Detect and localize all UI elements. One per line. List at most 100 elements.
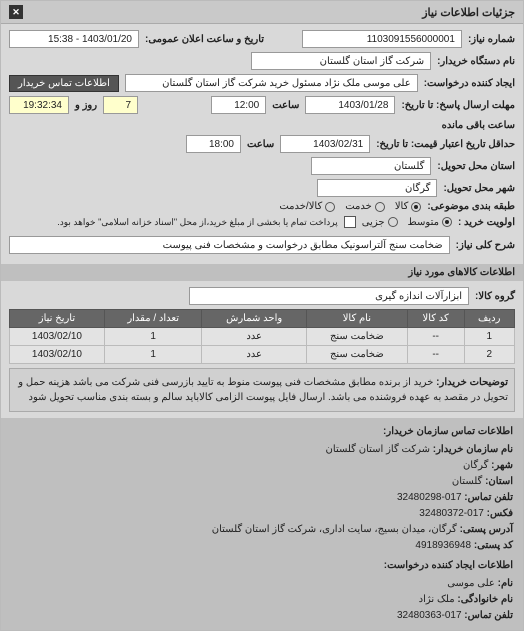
radio-label: خدمت: [345, 201, 372, 212]
contact-section: اطلاعات تماس سازمان خریدار: نام سازمان خ…: [1, 418, 523, 630]
col-code: کد کالا: [407, 310, 464, 328]
cell-qty: 1: [104, 328, 202, 346]
org-label: نام سازمان خریدار:: [433, 444, 513, 455]
tel-label: تلفن تماس:: [464, 492, 513, 503]
radio-partial[interactable]: جزیی: [362, 217, 398, 228]
panel-header: جزئیات اطلاعات نیاز ✕: [1, 1, 523, 24]
contact-line: شهر: گرگان: [11, 458, 513, 474]
buyer-org-field: شرکت گاز استان گلستان: [251, 52, 431, 70]
contact-button[interactable]: اطلاعات تماس خریدار: [9, 75, 119, 92]
request-no-field: 1103091556000001: [302, 30, 462, 48]
contact-line: نام خانوادگی: ملک نژاد: [11, 592, 513, 608]
delivery-city-field: گرگان: [317, 179, 437, 197]
cell-qty: 1: [104, 346, 202, 364]
buyer-note-box: توضیحات خریدار: خرید از برنده مطابق مشخص…: [9, 368, 515, 412]
requester-field: علی موسی ملک نژاد مسئول خرید شرکت گاز اس…: [125, 74, 418, 92]
goods-section: گروه کالا: ابزارآلات اندازه گیری ردیف کد…: [1, 281, 523, 418]
valid-date-field: 1403/02/31: [280, 135, 370, 153]
city-value: گرگان: [463, 460, 488, 471]
row-buyer-org: نام دستگاه خریدار: شرکت گاز استان گلستان: [9, 52, 515, 70]
valid-time-field: 18:00: [186, 135, 241, 153]
row-delivery-province: استان محل تحویل: گلستان: [9, 157, 515, 175]
prov-value: گلستان: [452, 476, 482, 487]
contact-line: فکس: 017-32480372: [11, 506, 513, 522]
buy-priority-label: اولویت خرید :: [458, 217, 515, 228]
row-requester: ایجاد کننده درخواست: علی موسی ملک نژاد م…: [9, 74, 515, 92]
buyer-note-label: توضیحات خریدار:: [436, 377, 508, 388]
requester-label: ایجاد کننده درخواست:: [424, 78, 515, 89]
fax-value: 017-32480372: [419, 508, 484, 519]
cell-name: ضخامت سنج: [306, 346, 407, 364]
row-delivery-city: شهر محل تحویل: گرگان: [9, 179, 515, 197]
pkg-radio-group: کالا خدمت کالا/خدمت: [279, 201, 421, 212]
resp-date-field: 1403/01/28: [305, 96, 395, 114]
radio-mid[interactable]: متوسط: [408, 217, 452, 228]
contact-line: نام سازمان خریدار: شرکت گاز استان گلستان: [11, 442, 513, 458]
row-buy-priority: اولویت خرید : متوسط جزیی پرداخت تمام یا …: [9, 216, 515, 228]
treasury-checkbox[interactable]: [344, 216, 356, 228]
details-panel: جزئیات اطلاعات نیاز ✕ شماره نیاز: 110309…: [0, 0, 524, 631]
tel2-label: تلفن تماس:: [464, 610, 513, 621]
cell-name: ضخامت سنج: [306, 328, 407, 346]
contact-line: نام: علی موسی: [11, 576, 513, 592]
radio-both[interactable]: کالا/خدمت: [279, 201, 335, 212]
goods-heading: اطلاعات کالاهای مورد نیاز: [1, 264, 523, 281]
col-row: ردیف: [464, 310, 514, 328]
contact-heading-2: اطلاعات ایجاد کننده درخواست:: [11, 558, 513, 574]
goods-table: ردیف کد کالا نام کالا واحد شمارش تعداد /…: [9, 309, 515, 364]
fax-label: فکس:: [487, 508, 513, 519]
buyer-org-label: نام دستگاه خریدار:: [437, 56, 515, 67]
radio-icon: [388, 217, 398, 227]
contact-line: تلفن تماس: 017-32480298: [11, 490, 513, 506]
delivery-prov-label: استان محل تحویل:: [437, 161, 515, 172]
cell-due: 1403/02/10: [10, 346, 105, 364]
tel-value: 017-32480298: [397, 492, 462, 503]
tel2-value: 017-32480363: [397, 610, 462, 621]
radio-label: کالا/خدمت: [279, 201, 322, 212]
cell-unit: عدد: [202, 346, 307, 364]
cell-n: 1: [464, 328, 514, 346]
valid-label: حداقل تاریخ اعتبار قیمت: تا تاریخ:: [376, 139, 515, 150]
radio-service[interactable]: خدمت: [345, 201, 385, 212]
addr-label: آدرس پستی:: [460, 524, 513, 535]
col-unit: واحد شمارش: [202, 310, 307, 328]
delivery-city-label: شهر محل تحویل:: [443, 183, 515, 194]
announce-field: 1403/01/20 - 15:38: [9, 30, 139, 48]
partial-note: پرداخت تمام یا بخشی از مبلغ خرید،از محل …: [57, 217, 337, 228]
pkg-label: طبقه بندی موضوعی:: [427, 201, 515, 212]
group-field: ابزارآلات اندازه گیری: [189, 287, 469, 305]
delivery-prov-field: گلستان: [311, 157, 431, 175]
contact-line: استان: گلستان: [11, 474, 513, 490]
remain-days-field: 7: [103, 96, 138, 114]
radio-goods[interactable]: کالا: [395, 201, 422, 212]
time-label-1: ساعت: [272, 100, 299, 111]
table-header-row: ردیف کد کالا نام کالا واحد شمارش تعداد /…: [10, 310, 515, 328]
info-section: شماره نیاز: 1103091556000001 تاریخ و ساع…: [1, 24, 523, 264]
close-icon[interactable]: ✕: [9, 5, 23, 19]
row-need-desc: شرح کلی نیاز: ضخامت سنج آلتراسونیک مطابق…: [9, 236, 515, 254]
radio-icon: [375, 202, 385, 212]
contact-heading-1: اطلاعات تماس سازمان خریدار:: [11, 424, 513, 440]
remain-day-label: روز و: [75, 100, 97, 111]
cell-due: 1403/02/10: [10, 328, 105, 346]
announce-label: تاریخ و ساعت اعلان عمومی:: [145, 34, 264, 45]
priority-radio-group: متوسط جزیی: [362, 217, 452, 228]
cell-unit: عدد: [202, 328, 307, 346]
prov-label: استان:: [485, 476, 513, 487]
need-desc-field: ضخامت سنج آلتراسونیک مطابق درخواست و مشخ…: [9, 236, 450, 254]
city-label: شهر:: [491, 460, 513, 471]
resp-deadline-label: مهلت ارسال پاسخ: تا تاریخ:: [401, 100, 515, 111]
row-package-type: طبقه بندی موضوعی: کالا خدمت کالا/خدمت: [9, 201, 515, 212]
zip-value: 4918936948: [415, 540, 471, 551]
radio-icon: [442, 217, 452, 227]
row-response-deadline: مهلت ارسال پاسخ: تا تاریخ: 1403/01/28 سا…: [9, 96, 515, 131]
col-due: تاریخ نیاز: [10, 310, 105, 328]
buyer-note-text: خرید از برنده مطابق مشخصات فنی پیوست منو…: [18, 377, 508, 403]
contact-line: کد پستی: 4918936948: [11, 538, 513, 554]
org-value: شرکت گاز استان گلستان: [326, 444, 430, 455]
contact-line: آدرس پستی: گرگان، میدان بسیج، سایت اداری…: [11, 522, 513, 538]
table-row: 2--ضخامت سنجعدد11403/02/10: [10, 346, 515, 364]
panel-title: جزئیات اطلاعات نیاز: [422, 6, 515, 19]
resp-time-field: 12:00: [211, 96, 266, 114]
fname-value: علی موسی: [447, 578, 495, 589]
